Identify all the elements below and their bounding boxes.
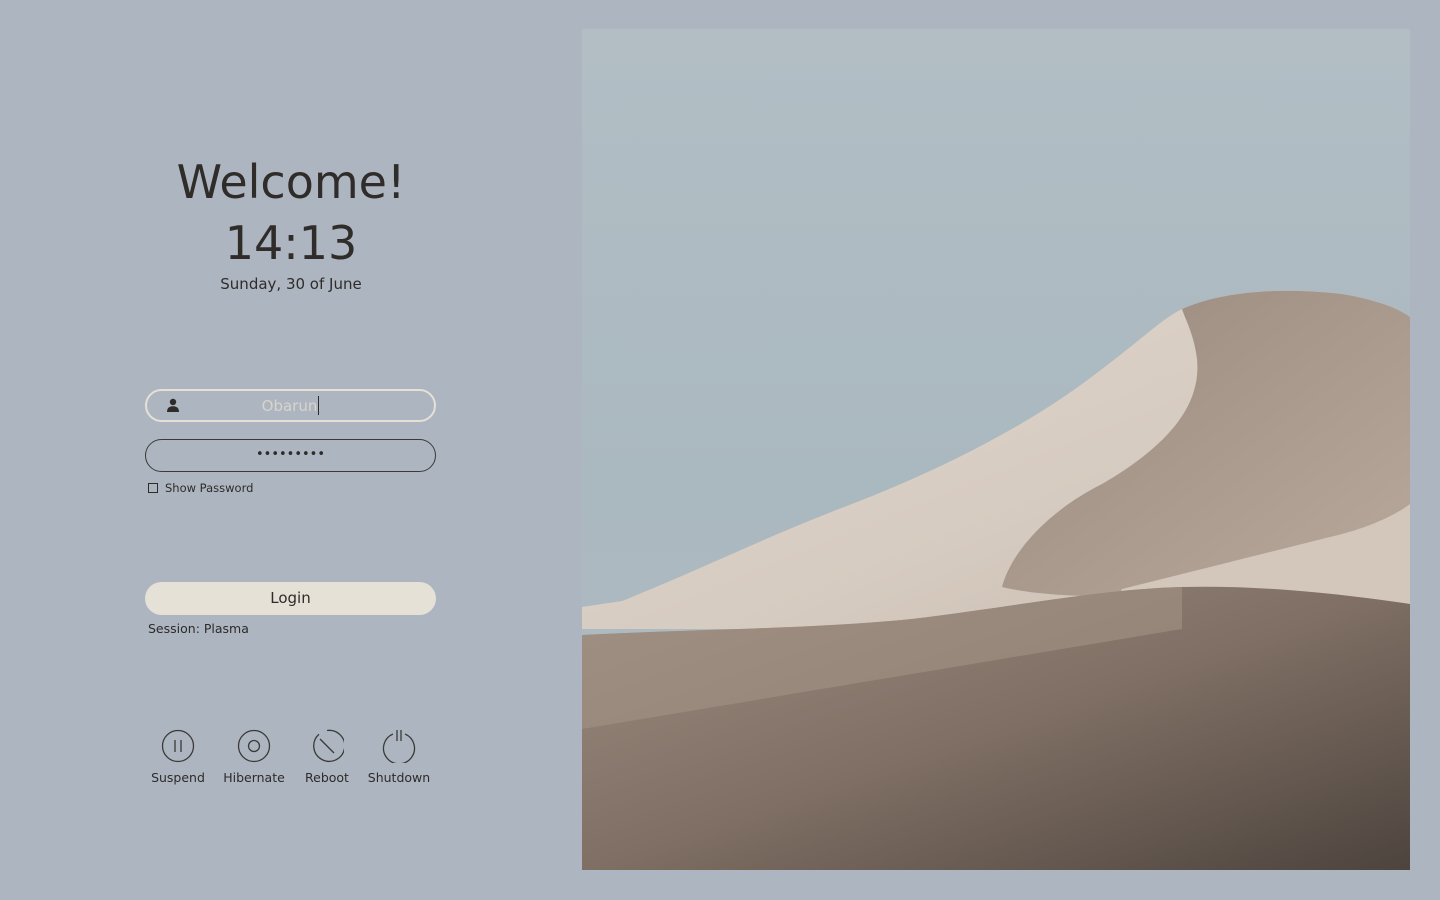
username-field[interactable]: Obarun bbox=[145, 389, 436, 422]
login-screen: Welcome! 14:13 Sunday, 30 of June Obarun… bbox=[0, 0, 1440, 900]
username-value: Obarun bbox=[261, 397, 318, 415]
reboot-icon bbox=[313, 729, 344, 762]
session-selector[interactable]: Session: Plasma bbox=[148, 621, 249, 636]
welcome-heading: Welcome! bbox=[176, 155, 406, 209]
pause-icon bbox=[161, 729, 195, 763]
shutdown-button[interactable]: Shutdown bbox=[359, 729, 439, 789]
username-input[interactable]: Obarun bbox=[147, 391, 434, 420]
reboot-label: Reboot bbox=[305, 770, 349, 785]
hibernate-label: Hibernate bbox=[223, 770, 285, 785]
hibernate-icon bbox=[237, 729, 271, 763]
clock-date: Sunday, 30 of June bbox=[220, 275, 362, 293]
power-icon bbox=[382, 730, 416, 763]
hibernate-button[interactable]: Hibernate bbox=[214, 729, 294, 789]
login-button[interactable]: Login bbox=[145, 582, 436, 615]
reboot-button[interactable]: Reboot bbox=[287, 729, 367, 789]
show-password-toggle[interactable]: Show Password bbox=[148, 481, 253, 495]
desert-dune-illustration bbox=[582, 29, 1410, 870]
wallpaper-image bbox=[582, 29, 1410, 870]
suspend-button[interactable]: Suspend bbox=[138, 729, 218, 789]
text-cursor bbox=[318, 396, 320, 415]
shutdown-label: Shutdown bbox=[367, 770, 431, 785]
login-panel: Welcome! 14:13 Sunday, 30 of June Obarun… bbox=[0, 0, 582, 900]
password-input[interactable]: ••••••••• bbox=[146, 440, 435, 471]
show-password-label: Show Password bbox=[165, 481, 254, 495]
password-field[interactable]: ••••••••• bbox=[145, 439, 436, 472]
suspend-label: Suspend bbox=[151, 770, 205, 785]
show-password-checkbox[interactable] bbox=[148, 483, 158, 493]
clock-time: 14:13 bbox=[224, 216, 358, 270]
